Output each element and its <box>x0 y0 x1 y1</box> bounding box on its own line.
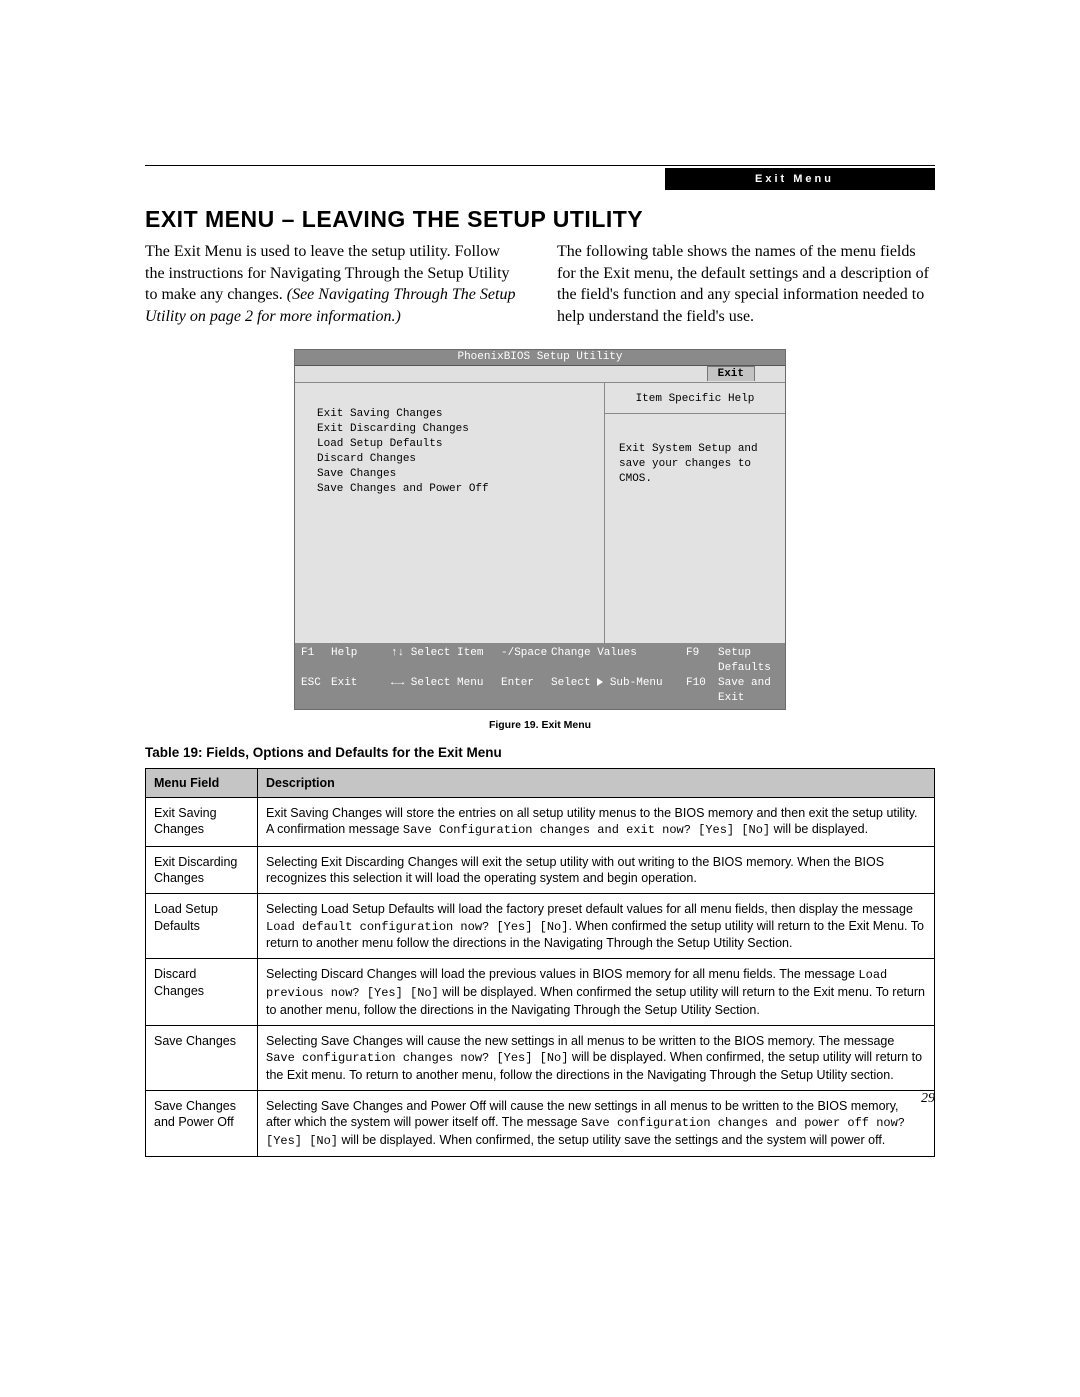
bios-tab-exit: Exit <box>707 366 755 381</box>
fields-table: Menu Field Description Exit Saving Chang… <box>145 768 935 1158</box>
cell-menu-field: Exit Saving Changes <box>146 798 258 847</box>
cell-description: Selecting Save Changes and Power Off wil… <box>258 1090 935 1156</box>
cell-description: Selecting Discard Changes will load the … <box>258 959 935 1025</box>
mono-text: Load default configuration now? [Yes] [N… <box>266 920 568 934</box>
bios-key-label: Exit <box>331 676 391 706</box>
table-row: Discard Changes Selecting Discard Changes… <box>146 959 935 1025</box>
bios-menu-item: Exit Saving Changes <box>317 407 594 422</box>
bios-help-panel: Item Specific Help Exit System Setup and… <box>604 383 785 643</box>
cell-description: Selecting Load Setup Defaults will load … <box>258 894 935 959</box>
mono-text: Save Configuration changes and exit now?… <box>403 823 770 837</box>
bios-key: F10 <box>686 676 718 706</box>
bios-help-header: Item Specific Help <box>605 383 785 414</box>
bios-footer: F1 Help ↑↓ Select Item -/Space Change Va… <box>295 643 785 708</box>
bios-key: ESC <box>301 676 331 706</box>
th-menu-field: Menu Field <box>146 768 258 797</box>
intro-left: The Exit Menu is used to leave the setup… <box>145 241 523 327</box>
table-row: Save Changes and Power OffSelecting Save… <box>146 1090 935 1156</box>
intro-right: The following table shows the names of t… <box>557 241 935 327</box>
cell-menu-field: Save Changes and Power Off <box>146 1090 258 1156</box>
triangle-right-icon <box>597 678 603 686</box>
bios-key: ↑↓ Select Item <box>391 646 501 676</box>
desc-text: Selecting Load Setup Defaults will load … <box>266 902 913 916</box>
cell-menu-field: Exit Discarding Changes <box>146 846 258 894</box>
cell-menu-field: Load Setup Defaults <box>146 894 258 959</box>
desc-text: Selecting Discard Changes will load the … <box>266 967 858 981</box>
bios-menu-item: Discard Changes <box>317 452 594 467</box>
bios-menu-item: Load Setup Defaults <box>317 437 594 452</box>
table-row: Exit Saving ChangesExit Saving Changes w… <box>146 798 935 847</box>
desc-text: Selecting Exit Discarding Changes will e… <box>266 855 884 885</box>
desc-text: Selecting Save Changes will cause the ne… <box>266 1034 894 1048</box>
cell-menu-field: Discard Changes <box>146 959 258 1025</box>
bios-menu-list: Exit Saving Changes Exit Discarding Chan… <box>295 383 604 643</box>
intro-columns: The Exit Menu is used to leave the setup… <box>145 241 935 327</box>
table-row: Save Changes Selecting Save Changes will … <box>146 1025 935 1090</box>
figure-caption: Figure 19. Exit Menu <box>145 719 935 731</box>
bios-menu-item: Exit Discarding Changes <box>317 422 594 437</box>
header-badge: Exit Menu <box>665 168 935 190</box>
bios-key: F9 <box>686 646 718 676</box>
table-row: Load Setup Defaults Selecting Load Setup … <box>146 894 935 959</box>
th-description: Description <box>258 768 935 797</box>
bios-key-label: Select Sub-Menu <box>551 676 686 706</box>
bios-menu-item: Save Changes and Power Off <box>317 482 594 497</box>
bios-key: F1 <box>301 646 331 676</box>
bios-menu-item: Save Changes <box>317 467 594 482</box>
bios-key-label: Save and Exit <box>718 676 779 706</box>
bios-screenshot: PhoenixBIOS Setup Utility Exit Exit Savi… <box>294 349 786 709</box>
mono-text: Save configuration changes now? [Yes] [N… <box>266 1051 568 1065</box>
cell-description: Exit Saving Changes will store the entri… <box>258 798 935 847</box>
bios-key: Enter <box>501 676 551 706</box>
bios-key-label: Change Values <box>551 646 686 676</box>
bios-help-body: Exit System Setup and save your changes … <box>605 414 785 497</box>
top-rule <box>145 165 935 166</box>
bios-body: Exit Saving Changes Exit Discarding Chan… <box>295 383 785 643</box>
page-title: EXIT MENU – LEAVING THE SETUP UTILITY <box>145 206 935 233</box>
table-row: Exit Discarding Changes Selecting Exit Di… <box>146 846 935 894</box>
cell-menu-field: Save Changes <box>146 1025 258 1090</box>
bios-key-label: Setup Defaults <box>718 646 779 676</box>
bios-key-label: Help <box>331 646 391 676</box>
page-number: 29 <box>921 1091 935 1107</box>
desc-text: will be displayed. When confirmed, the s… <box>338 1133 885 1147</box>
bios-title: PhoenixBIOS Setup Utility <box>295 350 785 366</box>
desc-text: will be displayed. <box>770 822 868 836</box>
bios-key: -/Space <box>501 646 551 676</box>
table-title: Table 19: Fields, Options and Defaults f… <box>145 745 935 760</box>
bios-key: ←→ Select Menu <box>391 676 501 706</box>
cell-description: Selecting Save Changes will cause the ne… <box>258 1025 935 1090</box>
cell-description: Selecting Exit Discarding Changes will e… <box>258 846 935 894</box>
bios-tabbar: Exit <box>295 366 785 383</box>
